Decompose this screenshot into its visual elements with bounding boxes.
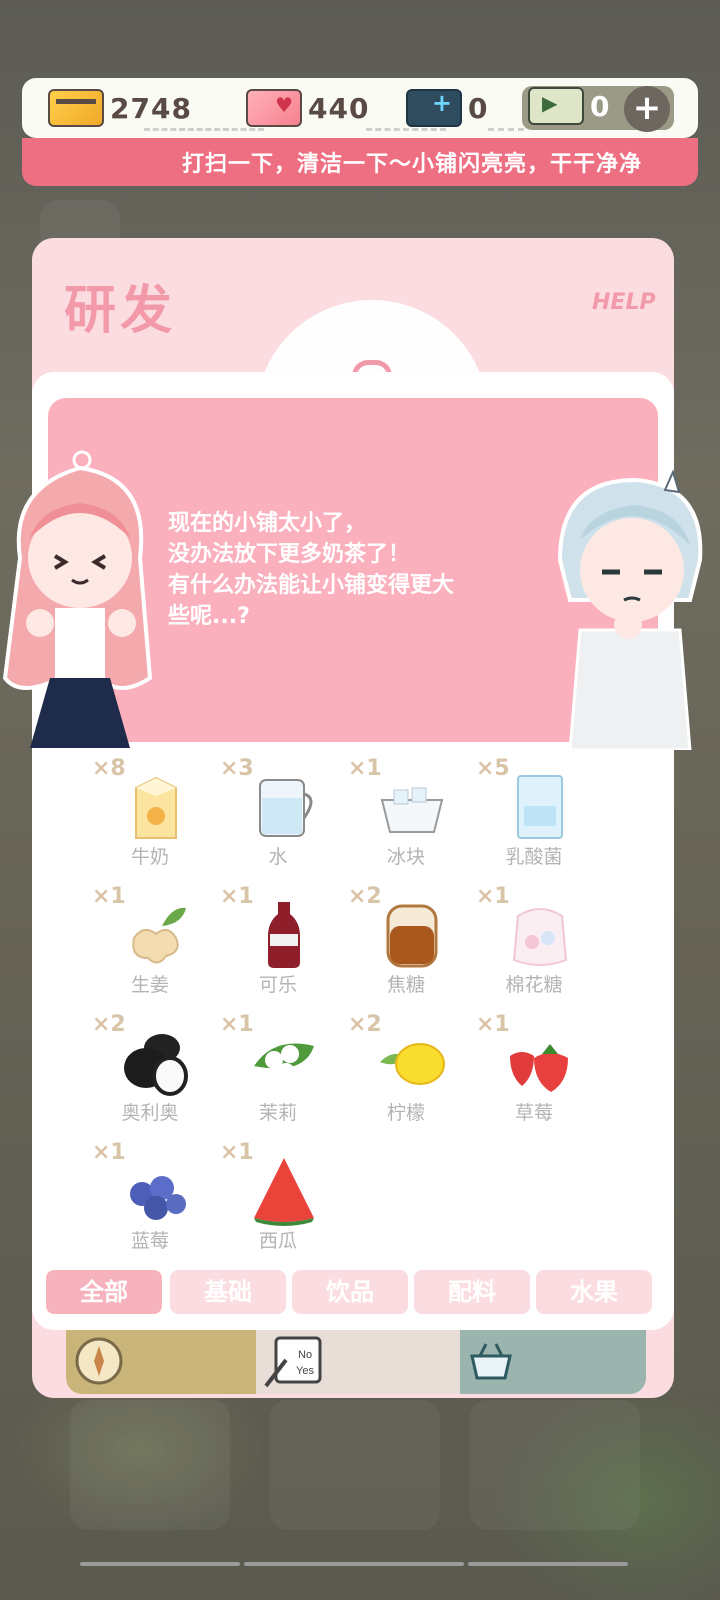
currency-green-inner: 0 (528, 87, 611, 125)
divider (488, 128, 524, 131)
divider (366, 128, 446, 131)
currency-gold-value: 2748 (110, 91, 192, 125)
ingredient-item-ginger[interactable]: ×1 生姜 (86, 884, 214, 1004)
dialog-line: 有什么办法能让小铺变得更大 (168, 573, 455, 598)
category-tabs: 全部 基础 饮品 配料 水果 (46, 1270, 656, 1316)
cola-bottle-icon (268, 902, 300, 968)
green-ticket-icon (528, 87, 584, 125)
system-gesture-bar (80, 1562, 628, 1566)
ingredient-name: 棉花糖 (505, 974, 563, 996)
announcement-text: 打扫一下，清洁一下～小铺闪亮亮，干干净净 (182, 152, 643, 177)
ingredient-name: 水 (268, 846, 288, 868)
divider (144, 128, 264, 131)
ingredient-name: 冰块 (386, 846, 425, 868)
lemon-icon (380, 1043, 445, 1085)
ingredient-item-water[interactable]: ×3 水 (214, 756, 342, 876)
jasmine-icon (254, 1043, 314, 1081)
bottom-nav: No Yes (66, 1330, 646, 1394)
ingredient-item-watermelon[interactable]: ×1 西瓜 (214, 1140, 342, 1260)
ingredient-item-cola[interactable]: ×1 可乐 (214, 884, 342, 1004)
ingredient-item-blueberry[interactable]: ×1 蓝莓 (86, 1140, 214, 1260)
ginger-icon (132, 907, 186, 964)
currency-blue-value: 0 (468, 91, 489, 125)
compass-icon (75, 1337, 123, 1385)
tab-drinks[interactable]: 饮品 (292, 1270, 408, 1314)
currency-blue-ticket: 0 (406, 89, 524, 131)
ingredient-name: 西瓜 (258, 1230, 297, 1252)
panel-title: 研发 (64, 281, 177, 341)
dialog-line: 现在的小铺太小了， (168, 511, 367, 536)
ingredient-name: 牛奶 (130, 846, 169, 868)
ingredient-item-lemon[interactable]: ×2 柠檬 (342, 1012, 470, 1132)
tab-all[interactable]: 全部 (46, 1270, 162, 1314)
tab-toppings[interactable]: 配料 (414, 1270, 530, 1314)
oreo-icon (124, 1034, 188, 1096)
shopping-basket-icon (470, 1343, 512, 1380)
ingredient-name: 茉莉 (258, 1102, 297, 1124)
ingredient-name: 生姜 (130, 974, 169, 996)
water-cup-icon (259, 779, 313, 837)
nav-compass[interactable] (66, 1330, 256, 1394)
blueberry-icon (130, 1176, 186, 1220)
boy-character (557, 469, 703, 750)
strawberry-icon (510, 1044, 568, 1092)
dialog-line: 些呢...? (168, 604, 250, 629)
ingredient-item-oreo[interactable]: ×2 奥利奥 (86, 1012, 214, 1132)
ingredient-name: 可乐 (258, 974, 297, 996)
blue-ticket-icon (406, 89, 462, 127)
ingredient-name: 草莓 (514, 1102, 553, 1124)
research-notes-icon: No Yes (264, 1336, 322, 1388)
ingredient-item-marshmallow[interactable]: ×1 棉花糖 (470, 884, 598, 1004)
ingredient-item-yogurt[interactable]: ×5 乳酸菌 (470, 756, 598, 876)
marshmallow-bag-icon (512, 908, 568, 966)
ingredient-item-strawberry[interactable]: ×1 草莓 (470, 1012, 598, 1132)
notes-label-no: No (298, 1349, 312, 1361)
ingredient-name: 蓝莓 (130, 1230, 169, 1252)
tab-basic[interactable]: 基础 (170, 1270, 286, 1314)
announcement-marquee: 打扫一下，清洁一下～小铺闪亮亮，干干净净 (22, 138, 698, 186)
ingredient-item-caramel[interactable]: ×2 焦糖 (342, 884, 470, 1004)
help-button[interactable]: HELP (592, 290, 656, 315)
ingredient-item-ice[interactable]: ×1 冰块 (342, 756, 470, 876)
caramel-jar-icon (386, 904, 438, 968)
currency-row: 2748 440 0 0 + (22, 78, 698, 138)
dialog-line: 没办法放下更多奶茶了！ (168, 542, 411, 567)
currency-heart: 440 (246, 89, 446, 131)
girl-character (2, 450, 153, 748)
ingredient-name: 焦糖 (386, 974, 425, 996)
currency-heart-value: 440 (308, 91, 370, 125)
ingredient-item-milk[interactable]: ×8 牛奶 (86, 756, 214, 876)
ingredient-name: 柠檬 (386, 1102, 425, 1124)
ice-cubes-icon (380, 787, 444, 833)
ingredient-item-jasmine[interactable]: ×1 茉莉 (214, 1012, 342, 1132)
watermelon-icon (254, 1158, 314, 1226)
ingredient-name: 乳酸菌 (505, 846, 563, 868)
gold-card-icon (48, 89, 104, 127)
dialog-text: 现在的小铺太小了， 没办法放下更多奶茶了！ 有什么办法能让小铺变得更大 些呢..… (168, 508, 528, 632)
milk-carton-icon (135, 776, 177, 839)
heart-card-icon (246, 89, 302, 127)
nav-basket[interactable] (460, 1330, 646, 1394)
currency-bar: 2748 440 0 0 + 打扫一下，清洁一下～小铺闪亮亮，干干净净 (22, 78, 698, 188)
notes-label-yes: Yes (296, 1365, 314, 1377)
currency-green-value: 0 (590, 89, 611, 123)
tab-fruits[interactable]: 水果 (536, 1270, 652, 1314)
ingredient-name: 奥利奥 (121, 1102, 179, 1124)
add-currency-button[interactable]: + (624, 86, 670, 132)
currency-gold: 2748 (48, 89, 264, 131)
nav-research[interactable]: No Yes (256, 1330, 460, 1394)
yogurt-box-icon (517, 775, 563, 839)
